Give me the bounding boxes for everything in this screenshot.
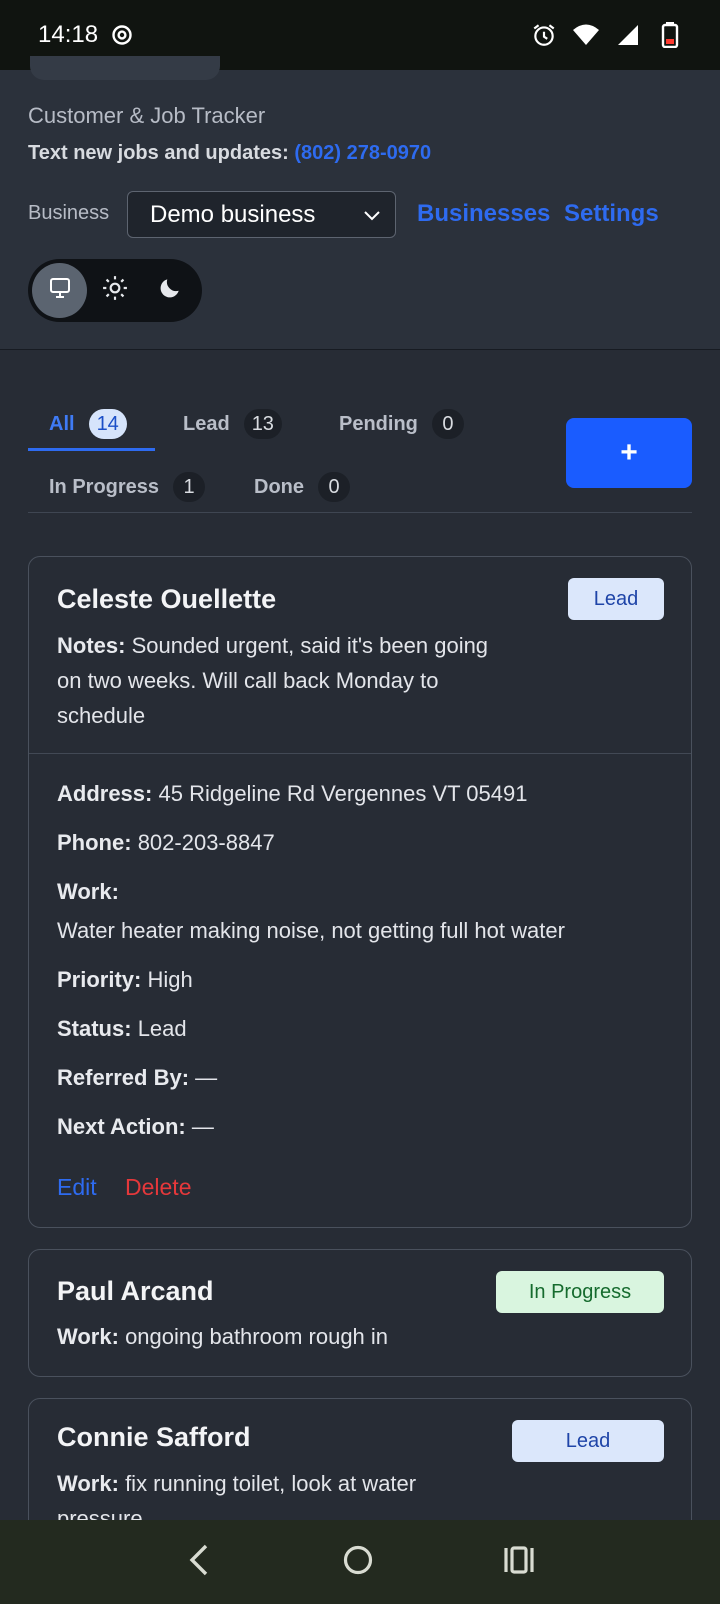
status-badge: Lead [512,1420,664,1462]
battery-icon [656,21,684,49]
wifi-icon [572,21,600,49]
job-card[interactable]: Celeste Ouellette Lead Notes: Sounded ur… [28,556,692,1228]
work-description: Water heater making noise, not getting f… [57,918,565,943]
work-field: Work: ongoing bathroom rough in [57,1319,388,1354]
text-updates-line: Text new jobs and updates: (802) 278-097… [28,142,431,165]
app-header: Customer & Job Tracker Text new jobs and… [0,56,720,350]
address-field: Address: 45 Ridgeline Rd Vergennes VT 05… [57,776,527,811]
field-value: — [195,1065,218,1090]
monitor-icon [48,276,72,305]
business-label: Business [28,202,110,224]
chevron-down-icon [363,201,381,229]
edit-button[interactable]: Edit [57,1174,97,1201]
text-updates-label: Text new jobs and updates: [28,142,289,164]
field-value: — [191,1114,214,1139]
field-label: Work: [57,1324,119,1349]
status-field: Status: Lead [57,1011,187,1046]
clock: 14:18 [38,21,99,48]
field-label: Work: [57,1471,119,1496]
notes-label: Notes: [57,633,126,658]
field-label: Status: [57,1016,132,1041]
settings-icon [108,21,136,49]
tab-count: 0 [318,472,350,502]
sun-icon [102,275,128,306]
theme-dark-button[interactable] [143,263,198,318]
signal-icon [614,21,642,49]
field-value: 802-203-8847 [137,830,275,855]
tab-lead[interactable]: Lead 13 [183,400,282,448]
customer-name: Celeste Ouellette [57,584,277,614]
notes-field: Notes: Sounded urgent, said it's been go… [57,628,537,733]
field-value: Lead [137,1016,187,1041]
tab-count: 0 [431,409,464,439]
field-label: Referred By: [57,1065,190,1090]
back-icon[interactable] [184,1543,214,1582]
app-subtitle: Customer & Job Tracker [28,103,266,128]
home-icon[interactable] [341,1543,375,1582]
moon-icon [157,275,183,306]
tab-label: In Progress [49,475,160,498]
status-badge: Lead [568,578,664,620]
field-label: Work: [57,879,119,904]
notes-line-2: on two weeks. Will call back Monday to [57,668,439,693]
field-value: ongoing bathroom rough in [125,1324,389,1349]
active-tab-indicator [28,448,155,451]
system-nav-bar [0,1520,720,1604]
card-actions: Edit Delete [57,1174,357,1208]
referred-by-field: Referred By: — [57,1060,217,1095]
next-action-field: Next Action: — [57,1109,214,1144]
customer-name: Connie Safford [57,1422,251,1452]
tab-pending[interactable]: Pending 0 [339,400,464,448]
status-badge: In Progress [496,1271,664,1313]
tab-count: 1 [173,472,206,502]
notes-line-1: Sounded urgent, said it's been going [131,633,489,658]
field-value: High [147,967,193,992]
tab-label: Pending [339,412,418,435]
notes-line-3: schedule [57,703,146,728]
work-field: Work: [57,874,119,909]
tab-count: 13 [243,409,282,439]
tab-label: Done [254,475,304,498]
theme-light-button[interactable] [87,263,142,318]
text-updates-phone-link[interactable]: (802) 278-0970 [294,142,431,164]
tab-label: Lead [183,412,230,435]
field-label: Next Action: [57,1114,186,1139]
delete-button[interactable]: Delete [125,1174,191,1201]
field-label: Priority: [57,967,142,992]
alarm-icon [530,21,558,49]
business-select[interactable]: Demo business [127,191,396,238]
priority-field: Priority: High [57,962,193,997]
card-divider [29,753,691,754]
theme-system-button[interactable] [32,263,88,318]
field-label: Address: [57,781,153,806]
businesses-link[interactable]: Businesses [417,200,550,228]
tab-all[interactable]: All 14 [49,400,127,448]
business-select-value: Demo business [150,200,316,228]
tab-done[interactable]: Done 0 [254,463,350,511]
field-value: 45 Ridgeline Rd Vergennes VT 05491 [158,781,528,806]
tab-label: All [49,412,75,435]
recents-icon[interactable] [502,1543,536,1582]
theme-switch [28,259,202,322]
settings-link[interactable]: Settings [564,200,659,228]
tab-in-progress[interactable]: In Progress 1 [49,463,206,511]
header-chip [30,56,220,80]
customer-name: Paul Arcand [57,1276,214,1306]
tab-count: 14 [88,409,127,439]
field-label: Phone: [57,830,132,855]
field-value: fix running toilet, look at water [125,1471,417,1496]
phone-field: Phone: 802-203-8847 [57,825,275,860]
job-card[interactable]: Paul Arcand In Progress Work: ongoing ba… [28,1249,692,1377]
add-job-button[interactable]: + [566,418,692,488]
